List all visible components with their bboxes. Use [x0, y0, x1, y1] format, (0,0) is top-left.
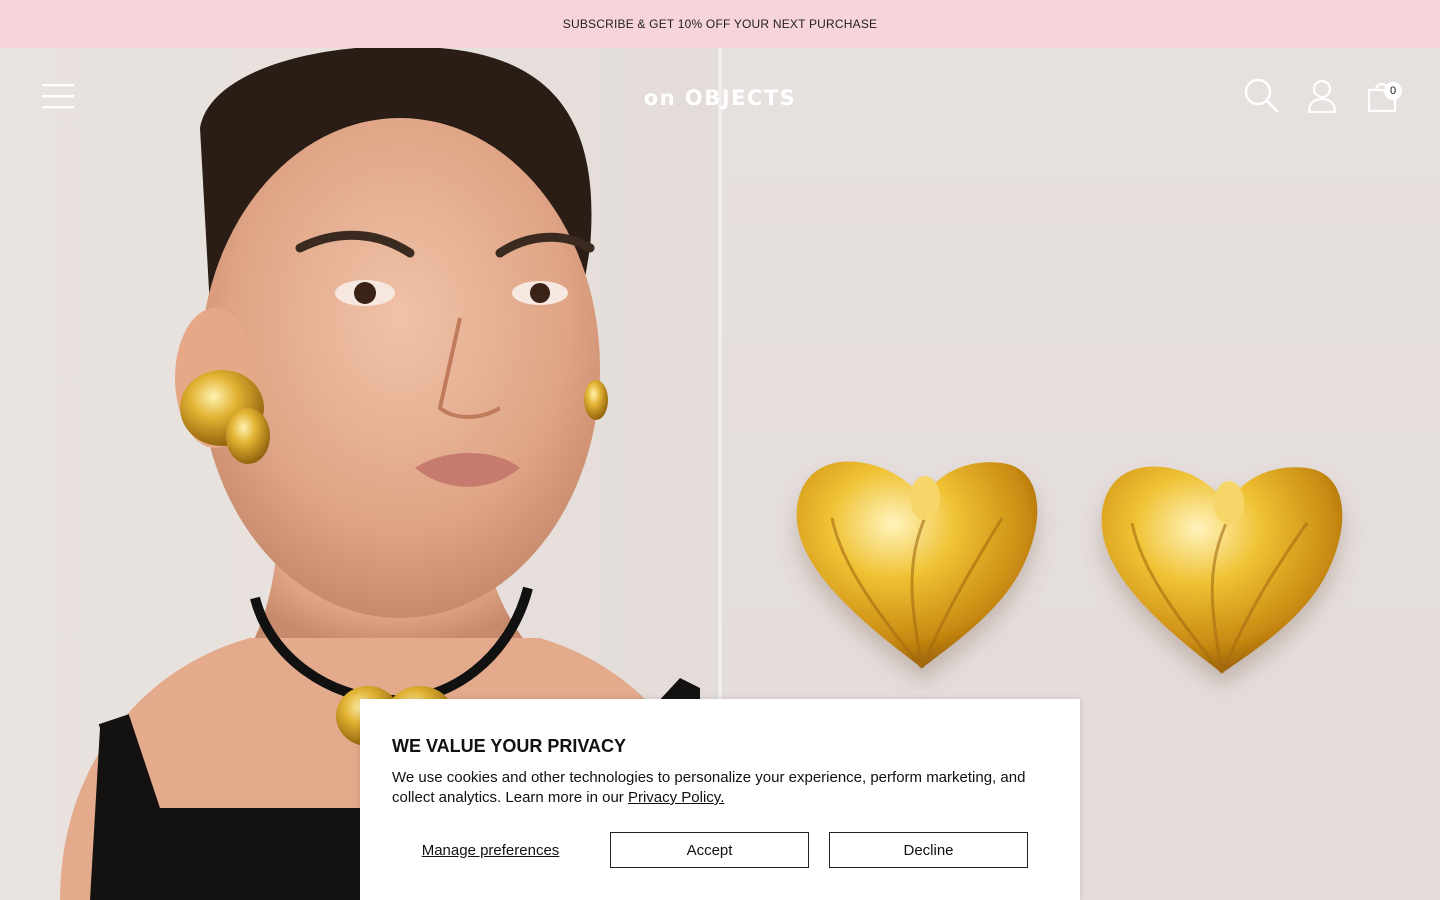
site-logo[interactable]: on OBJECTS [637, 84, 803, 112]
search-icon [1244, 78, 1279, 113]
account-button[interactable] [1302, 76, 1342, 116]
promo-text[interactable]: SUBSCRIBE & GET 10% OFF YOUR NEXT PURCHA… [563, 17, 877, 31]
cart-count-badge: 0 [1384, 82, 1402, 100]
cookie-title: WE VALUE YOUR PRIVACY [392, 736, 627, 756]
hamburger-menu-icon [42, 84, 74, 109]
promo-banner[interactable]: SUBSCRIBE & GET 10% OFF YOUR NEXT PURCHA… [0, 0, 1440, 48]
manage-preferences-link[interactable]: Manage preferences [392, 832, 589, 868]
heart-earring-left [796, 461, 1038, 669]
search-button[interactable] [1242, 76, 1282, 116]
menu-button[interactable] [38, 78, 78, 114]
cookie-actions: Manage preferences Accept Decline [392, 832, 1048, 868]
decline-button[interactable]: Decline [829, 832, 1028, 868]
accept-button[interactable]: Accept [610, 832, 809, 868]
privacy-policy-link[interactable]: Privacy Policy. [628, 789, 724, 806]
cookie-body: We use cookies and other technologies to… [392, 768, 1042, 808]
user-icon [1307, 79, 1337, 113]
cookie-consent-dialog: WE VALUE YOUR PRIVACY We use cookies and… [360, 699, 1080, 900]
heart-earring-right [1101, 466, 1343, 674]
